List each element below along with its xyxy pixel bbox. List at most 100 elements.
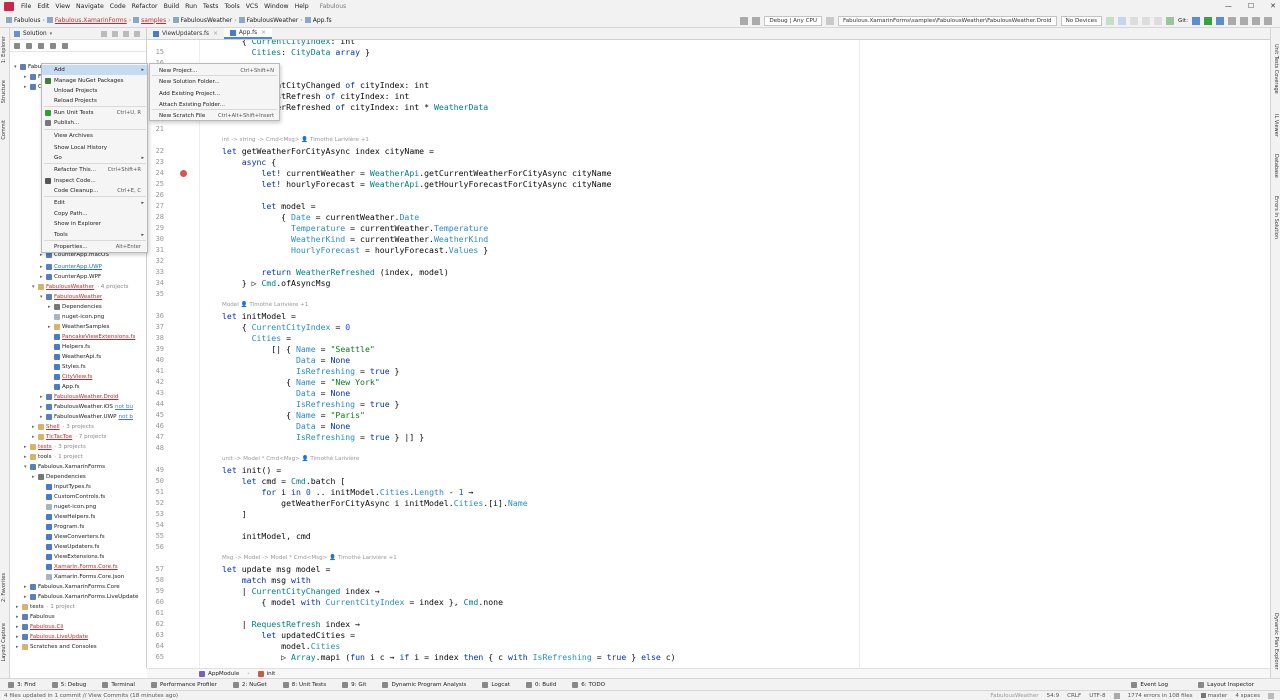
indent-setting[interactable]: 4 spaces <box>1235 693 1260 699</box>
tests-icon[interactable] <box>1166 16 1175 25</box>
code-line[interactable]: IsRefreshing = true } |] } <box>222 432 424 443</box>
gear-icon[interactable] <box>123 30 129 37</box>
properties-icon[interactable] <box>62 42 68 49</box>
structure-tab[interactable]: Structure <box>1 80 7 103</box>
tree-item[interactable]: ▾ Fabulous.XamarinForms <box>24 462 105 472</box>
code-line[interactable]: IsRefreshing = true } <box>222 399 400 410</box>
code-line[interactable]: IsRefreshing = true } <box>222 366 400 377</box>
tree-item[interactable]: ▸ Fabulous <box>16 612 55 622</box>
code-line[interactable]: WeatherKind = currentWeather.WeatherKind <box>222 234 488 245</box>
panel-title[interactable]: Solution <box>20 31 50 37</box>
menu-edit[interactable]: Edit <box>34 3 52 10</box>
code-line[interactable]: Cities = <box>222 333 291 344</box>
tool-window-button[interactable]: Dynamic Program Analysis <box>374 681 474 688</box>
context-menu-item[interactable]: Reload Projects <box>42 96 147 106</box>
tree-item[interactable]: PancakeViewExtensions.fs <box>48 332 135 342</box>
submenu-item[interactable]: New Solution Folder... <box>150 76 279 87</box>
search-icon[interactable] <box>1264 16 1272 25</box>
tree-item[interactable]: App.fs <box>48 382 80 392</box>
code-line[interactable]: { CurrentCityIndex: int <box>222 40 355 47</box>
git-branch[interactable]: master <box>1200 693 1227 699</box>
editor-tab[interactable]: App.fs × <box>223 28 273 39</box>
submenu-item[interactable]: New Scratch File Ctrl+Alt+Shift+Insert <box>150 110 279 121</box>
tool-window-button[interactable]: Logcat <box>474 681 518 688</box>
il-viewer-tab[interactable]: IL Viewer <box>1273 114 1279 137</box>
lock-icon[interactable] <box>1113 692 1120 699</box>
settings-icon[interactable] <box>1252 16 1260 25</box>
file-encoding[interactable]: UTF-8 <box>1089 693 1105 699</box>
tool-window-button[interactable]: 2: NuGet <box>225 681 275 688</box>
hide-icon[interactable] <box>134 30 140 37</box>
refresh-icon[interactable] <box>26 42 32 49</box>
not-built-link[interactable]: not bu <box>115 404 133 410</box>
context-menu-item[interactable]: Go ▸ <box>42 153 147 163</box>
tree-item[interactable]: Program.fs <box>40 522 84 532</box>
layout-capture-tab[interactable]: Layout Capture <box>1 623 7 661</box>
code-line[interactable]: { Date = currentWeather.Date <box>222 212 419 223</box>
dynamic-plan-explorer-tab[interactable]: Dynamic Plan Explorer <box>1273 613 1279 670</box>
tree-item[interactable]: ViewExtensions.fs <box>40 552 104 562</box>
context-menu-item[interactable]: Manage NuGet Packages <box>42 76 147 86</box>
menu-tests[interactable]: Tests <box>200 3 221 10</box>
menu-run[interactable]: Run <box>182 3 200 10</box>
code-line[interactable]: | CurrentCityChanged index → <box>222 586 380 597</box>
menu-navigate[interactable]: Navigate <box>73 3 107 10</box>
tool-window-button[interactable]: Event Log <box>1123 681 1176 688</box>
minimize-icon[interactable]: — <box>1225 2 1232 10</box>
breadcrumb-function[interactable]: init <box>257 670 275 677</box>
breadcrumb-item[interactable]: Fabulous <box>4 17 42 24</box>
tree-item[interactable]: ▸ Fabulous.Cli <box>16 622 63 632</box>
tree-item[interactable]: ViewConverters.fs <box>40 532 105 542</box>
context-menu-item[interactable]: Tools ▸ <box>42 230 147 240</box>
code-line[interactable]: } ▷ Cmd.ofAsyncMsg <box>222 278 331 289</box>
errors-in-solution-tab[interactable]: Errors In Solution <box>1273 196 1279 239</box>
code-line[interactable]: ▷ Array.mapi (fun i c → if i = index the… <box>222 652 675 663</box>
menu-vcs[interactable]: VCS <box>243 3 261 10</box>
breadcrumb-item[interactable]: samples <box>131 17 168 24</box>
commit-icon[interactable] <box>1204 16 1212 25</box>
tool-window-button[interactable]: Terminal <box>94 681 143 688</box>
tree-item[interactable]: Styles.fs <box>48 362 86 372</box>
menu-build[interactable]: Build <box>161 3 183 10</box>
submenu-item[interactable]: Add Existing Project... <box>150 88 279 99</box>
tree-item[interactable]: ▾ FabulousWeather <box>40 292 102 302</box>
code-line[interactable]: match msg with <box>222 575 311 586</box>
code-line[interactable]: Data = None <box>222 421 350 432</box>
tree-item[interactable]: CityView.fs <box>48 372 92 382</box>
tree-item[interactable]: ▾ FabulousWeather · 4 projects <box>32 282 128 292</box>
tree-item[interactable]: ▸ tools · 1 project <box>24 452 83 462</box>
run-config-select[interactable]: Debug | Any CPU <box>764 15 822 26</box>
close-icon[interactable]: × <box>213 31 218 37</box>
menu-tools[interactable]: Tools <box>221 3 242 10</box>
not-built-link[interactable]: not b <box>118 414 133 420</box>
debug-icon[interactable] <box>1118 16 1127 25</box>
context-menu-item[interactable]: Properties... Alt+Enter <box>42 242 147 252</box>
close-icon[interactable]: × <box>261 30 266 36</box>
menu-file[interactable]: File <box>18 3 34 10</box>
breadcrumb-item[interactable]: Fabulous.XamarinForms <box>45 17 129 24</box>
code-editor[interactable]: { CurrentCityIndex: int 15 Cities: CityDa… <box>147 40 1270 668</box>
tree-item[interactable]: ViewUpdaters.fs <box>40 542 99 552</box>
tool-window-button[interactable]: 3: Find <box>0 681 44 688</box>
code-line[interactable]: { model with CurrentCityIndex = index },… <box>222 597 503 608</box>
tool-window-button[interactable]: 5: Debug <box>44 681 95 688</box>
error-count[interactable]: 1774 errors in 108 files <box>1128 693 1193 699</box>
explorer-tab[interactable]: 1: Explorer <box>1 36 7 63</box>
tree-item[interactable]: ▸ CounterApp.WPF <box>40 272 101 282</box>
build-icon[interactable] <box>826 16 834 25</box>
tool-window-button[interactable]: 9: Git <box>334 681 374 688</box>
tree-item[interactable]: nuget-icon.png <box>40 502 96 512</box>
context-menu-item[interactable]: Unload Projects <box>42 86 147 96</box>
show-all-files-icon[interactable] <box>14 42 20 49</box>
breakpoint-icon[interactable] <box>180 170 187 177</box>
rollback-icon[interactable] <box>1240 16 1248 25</box>
update-project-icon[interactable] <box>1192 16 1200 25</box>
code-line[interactable]: HourlyForecast = hourlyForecast.Values } <box>222 245 488 256</box>
code-line[interactable]: { Name = "New York" <box>222 377 380 388</box>
tree-item[interactable]: ▸ FabulousWeather.Droid <box>40 392 119 402</box>
line-separator[interactable]: CRLF <box>1067 693 1081 699</box>
filter-icon[interactable] <box>38 42 44 49</box>
context-menu-item[interactable]: Publish... <box>42 118 147 128</box>
project-select[interactable]: Fabulous.XamarinForms\samples\FabulousWe… <box>838 15 1057 26</box>
code-line[interactable]: let! hourlyForecast = WeatherApi.getHour… <box>222 179 611 190</box>
